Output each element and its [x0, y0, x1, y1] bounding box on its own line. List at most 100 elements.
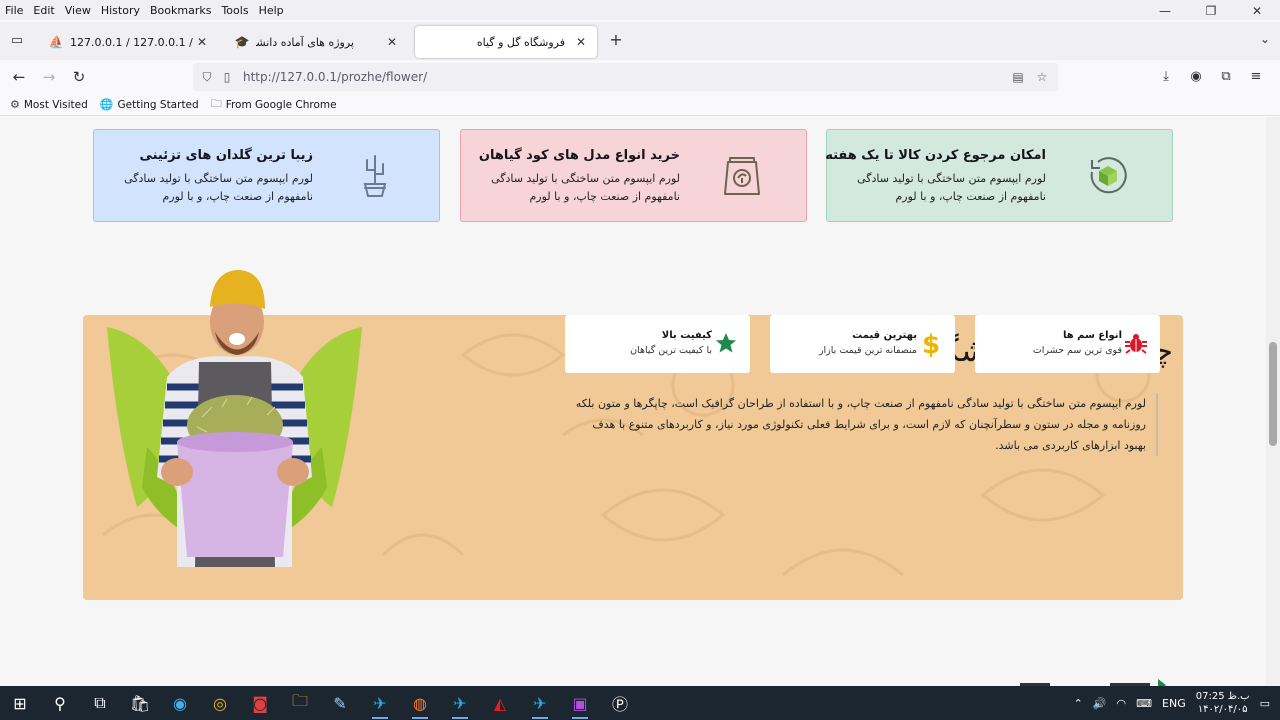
mini-card-subtitle: منصفانه ترین قیمت بازار [818, 345, 917, 356]
windows-taskbar: ⊞ ⚲ ⧉ 🛍 ◉ ◎ ◙ 🗀 ✎ ✈ ◍ ✈ ◭ ✈ ▣ Ⓟ ⌃ 🔊 ◠ ⌨ … [0, 686, 1280, 720]
menu-edit[interactable]: Edit [28, 4, 59, 17]
telegram-icon-2[interactable]: ✈ [440, 686, 480, 720]
bookmark-label: Getting Started [117, 98, 199, 111]
app-icon[interactable]: ◙ [240, 686, 280, 720]
chrome-icon[interactable]: ◎ [200, 686, 240, 720]
tab-bar: ▭ ⛵ 127.0.0.1 / 127.0.0.1 / kafemobi ✕ 🎓… [0, 22, 1280, 60]
bookmark-getting-started[interactable]: 🌐 Getting Started [100, 98, 199, 111]
mini-card-title: کیفیت بالا [661, 330, 712, 341]
mini-card-quality[interactable]: کیفیت بالا با کیفیت ترین گیاهان [565, 315, 750, 373]
page-icon: ▯ [223, 70, 231, 84]
language-indicator[interactable]: ENG [1162, 697, 1186, 710]
new-tab-button[interactable]: + [606, 30, 626, 49]
menu-icon[interactable]: ≡ [1246, 66, 1266, 88]
tab-student-projects[interactable]: 🎓 پروژه های آماده دانشجویی ✕ [226, 26, 408, 58]
keyboard-icon[interactable]: ⌨ [1136, 697, 1152, 710]
url-text[interactable]: http://127.0.0.1/prozhe/flower/ [243, 70, 1008, 84]
reload-icon[interactable]: ↻ [68, 66, 90, 88]
mini-card-subtitle: قوی ترین سم حشرات [1032, 345, 1122, 356]
bookmark-label: From Google Chrome [225, 98, 337, 111]
tab-flower-shop[interactable]: فروشگاه گل و گیاه ✕ [415, 26, 597, 58]
phpstorm-icon[interactable]: ▣ [560, 686, 600, 720]
menu-history[interactable]: History [96, 4, 145, 17]
bug-icon [1125, 334, 1147, 354]
wifi-icon[interactable]: ◠ [1117, 697, 1127, 710]
close-icon[interactable]: ✕ [384, 35, 400, 49]
restore-button[interactable]: ❐ [1188, 0, 1234, 22]
forward-icon[interactable]: → [38, 66, 60, 88]
url-path: /prozhe/flower/ [337, 70, 428, 84]
mini-card-price[interactable]: $ بهترین قیمت منصفانه ترین قیمت بازار [770, 315, 955, 373]
download-icon[interactable]: ⤓ [1156, 66, 1176, 88]
return-box-icon [1090, 157, 1127, 194]
navigation-bar: ← → ↻ ⛉ ▯ http://127.0.0.1/prozhe/flower… [0, 60, 1280, 94]
system-tray: ⌃ 🔊 ◠ ⌨ ENG 07:25 ب.ظ ۱۴۰۲/۰۴/۰۵ ▭ [1074, 686, 1270, 720]
extensions-icon[interactable]: ⧉ [1216, 66, 1236, 88]
tab-phpmyadmin[interactable]: ⛵ 127.0.0.1 / 127.0.0.1 / kafemobi ✕ [40, 26, 218, 58]
feature-card-return[interactable]: امکان مرجوع کردن کالا تا یک هفته لورم ای… [825, 129, 1173, 222]
folder-icon: 🗀 [210, 97, 222, 110]
menu-view[interactable]: View [60, 4, 96, 17]
reader-view-icon[interactable]: ▤ [1008, 70, 1028, 84]
mini-card-title: بهترین قیمت [852, 330, 917, 341]
clock-time: 07:25 ب.ظ [1195, 691, 1250, 702]
feature-desc: لورم ایپسوم متن ساختگی با تولید سادگی نا… [491, 172, 680, 203]
page-viewport: زیبا ترین گلدان های تزئینی لورم ایپسوم م… [0, 117, 1266, 686]
url-scheme: http:// [243, 70, 280, 84]
menu-tools[interactable]: Tools [216, 4, 253, 17]
notepad-icon[interactable]: ✎ [320, 686, 360, 720]
minimize-button[interactable]: — [1142, 0, 1188, 22]
bookmark-label: Most Visited [23, 98, 88, 111]
clock[interactable]: 07:25 ب.ظ ۱۴۰۲/۰۴/۰۵ [1196, 690, 1250, 716]
bookmark-from-google-chrome[interactable]: 🗀 From Google Chrome [211, 95, 337, 114]
feature-card-fertilizer[interactable]: خرید انواع مدل های کود گیاهان لورم ایپسو… [460, 129, 807, 222]
svg-text:$: $ [922, 330, 940, 357]
url-bar[interactable]: ⛉ ▯ http://127.0.0.1/prozhe/flower/ ▤ ☆ [193, 63, 1058, 91]
acrobat-icon[interactable]: ◭ [480, 686, 520, 720]
toolbar-right: ⤓ ◉ ⧉ ≡ [1156, 66, 1266, 88]
search-icon[interactable]: ⚲ [40, 686, 80, 720]
volume-icon[interactable]: 🔊 [1093, 697, 1107, 710]
tab-title: 127.0.0.1 / 127.0.0.1 / kafemobi [70, 35, 194, 49]
mini-card-pesticides[interactable]: انواع سم ها قوی ترین سم حشرات [975, 315, 1160, 373]
cactus-pot-icon [363, 155, 387, 197]
why-description: لورم ایپسوم متن ساختگی با تولید سادگی نا… [568, 393, 1158, 456]
task-view-icon[interactable]: ⧉ [80, 686, 120, 720]
close-window-button[interactable]: ✕ [1234, 0, 1280, 22]
menu-file[interactable]: File [0, 4, 28, 17]
chevron-down-icon[interactable]: ⌄ [1260, 32, 1270, 46]
telegram-icon-3[interactable]: ✈ [520, 686, 560, 720]
feature-desc: لورم ایپسوم متن ساختگی با تولید سادگی نا… [857, 172, 1046, 203]
bookmark-most-visited[interactable]: ⚙ Most Visited [10, 98, 88, 111]
windows-start-icon[interactable]: ⊞ [0, 686, 40, 720]
chevron-up-icon[interactable]: ⌃ [1074, 697, 1083, 710]
list-all-tabs-button[interactable]: ▭ [6, 30, 28, 52]
bookmark-star-icon[interactable]: ☆ [1032, 70, 1052, 84]
menu-help[interactable]: Help [254, 4, 289, 17]
url-host: 127.0.0.1 [279, 70, 338, 84]
notification-icon[interactable]: ▭ [1260, 697, 1270, 710]
partial-heading-glyphs [1020, 679, 1166, 686]
phpmyadmin-icon: ⛵ [48, 35, 64, 49]
page-scrollbar[interactable] [1266, 117, 1280, 686]
edge-icon[interactable]: ◉ [160, 686, 200, 720]
file-explorer-icon[interactable]: 🗀 [280, 686, 320, 720]
pichon-icon[interactable]: Ⓟ [600, 686, 640, 720]
shield-icon[interactable]: ⛉ [197, 70, 217, 85]
close-icon[interactable]: ✕ [573, 35, 589, 49]
feature-title: امکان مرجوع کردن کالا تا یک هفته [825, 148, 1046, 163]
tab-title: فروشگاه گل و گیاه [476, 35, 565, 49]
firefox-icon[interactable]: ◍ [400, 686, 440, 720]
account-icon[interactable]: ◉ [1186, 66, 1206, 88]
telegram-icon[interactable]: ✈ [360, 686, 400, 720]
tab-title: پروژه های آماده دانشجویی [256, 35, 354, 49]
feature-card-vases[interactable]: زیبا ترین گلدان های تزئینی لورم ایپسوم م… [93, 129, 440, 222]
menu-bookmarks[interactable]: Bookmarks [145, 4, 216, 17]
back-icon[interactable]: ← [8, 66, 30, 88]
store-icon[interactable]: 🛍 [120, 686, 160, 720]
clock-date: ۱۴۰۲/۰۴/۰۵ [1197, 704, 1248, 715]
scrollbar-thumb[interactable] [1269, 342, 1277, 446]
man-holding-cactus-image [107, 270, 362, 567]
globe-icon: 🌐 [99, 98, 114, 111]
close-icon[interactable]: ✕ [194, 35, 210, 49]
